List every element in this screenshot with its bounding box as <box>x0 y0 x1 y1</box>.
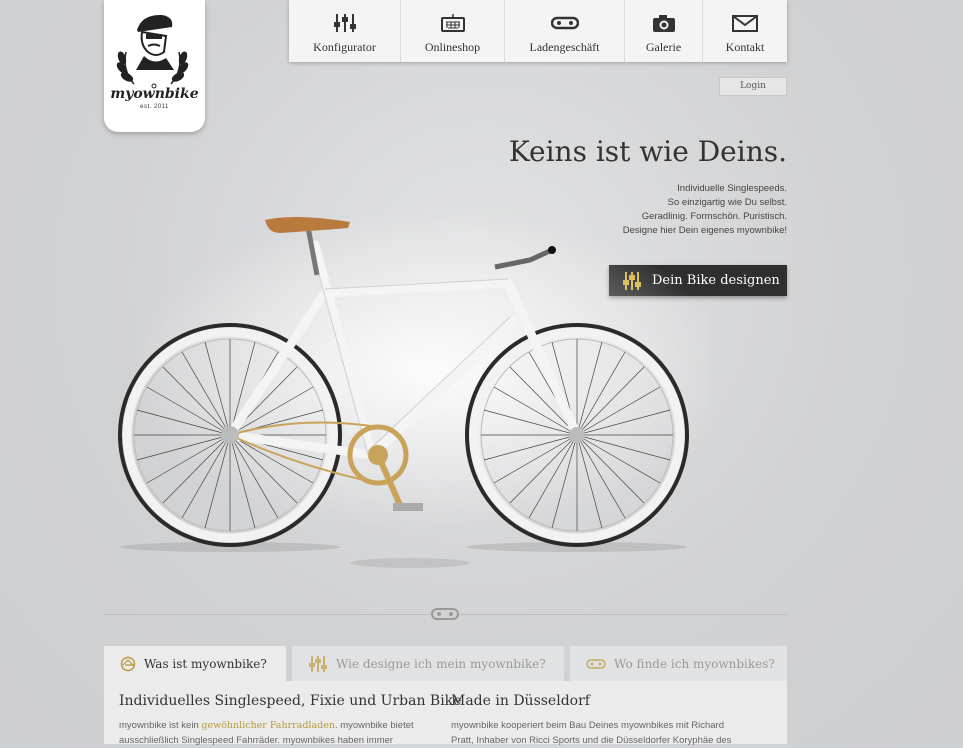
nav-label: Konfigurator <box>313 40 376 54</box>
sliders-icon <box>309 655 327 672</box>
info-tabs: Was ist myownbike? Wie designe ich mein … <box>104 646 787 682</box>
bike-image <box>118 210 710 568</box>
content-heading: Made in Düsseldorf <box>451 693 590 709</box>
tab-was-ist-myownbike[interactable]: Was ist myownbike? <box>104 646 286 682</box>
tab-label: Was ist myownbike? <box>144 657 267 671</box>
nav-label: Galerie <box>645 40 682 54</box>
content-heading: Individuelles Singlespeed, Fixie und Urb… <box>119 693 462 709</box>
tagline-line: Individuelle Singlespeeds. <box>677 183 787 194</box>
login-button[interactable]: Login <box>719 77 787 96</box>
nav-item-onlineshop[interactable]: Onlineshop <box>401 0 505 62</box>
tab-wie-designe-ich[interactable]: Wie designe ich mein myownbike? <box>292 646 564 681</box>
nav-item-kontakt[interactable]: Kontakt <box>703 0 787 62</box>
nav-item-galerie[interactable]: Galerie <box>625 0 703 62</box>
logo-cyclist-icon <box>116 14 189 89</box>
tab-label: Wie designe ich mein myownbike? <box>336 656 546 671</box>
logo[interactable]: myownbike est. 2011 <box>104 0 205 132</box>
sliders-icon <box>333 14 356 32</box>
tab-wo-finde-ich[interactable]: Wo finde ich myownbikes? <box>570 646 787 681</box>
keyboard-icon <box>440 14 465 32</box>
envelope-icon <box>732 15 758 32</box>
logo-est: est. 2011 <box>140 104 169 110</box>
camera-icon <box>652 15 675 32</box>
text-segment: ausschließlich Singlespeed Fahrräder. my… <box>119 735 394 746</box>
nav-item-ladengeschaeft[interactable]: Ladengeschäft <box>505 0 625 62</box>
nav-label: Ladengeschäft <box>529 40 600 54</box>
text-segment: myownbike ist kein <box>119 720 202 731</box>
chain-link-icon <box>431 608 459 620</box>
nav-label: Onlineshop <box>424 40 481 54</box>
logo-wordmark: myownbike <box>110 86 199 102</box>
hero-headline: Keins ist wie Deins. <box>508 135 787 168</box>
text-segment: . myownbike bietet <box>334 720 414 731</box>
tab-label: Wo finde ich myownbikes? <box>614 656 775 671</box>
nav-item-konfigurator[interactable]: Konfigurator <box>289 0 401 62</box>
bike-wheel-icon <box>120 656 136 672</box>
main-nav: Konfigurator Onlineshop Ladengeschäft Ga… <box>289 0 787 62</box>
chain-link-icon <box>550 16 579 30</box>
chain-link-icon <box>586 658 606 669</box>
nav-label: Kontakt <box>725 40 765 54</box>
tab-content: Individuelles Singlespeed, Fixie und Urb… <box>104 681 787 746</box>
fahrradladen-link[interactable]: gewöhnlicher Fahrradladen <box>201 720 335 731</box>
text-segment: myownbike kooperiert beim Bau Deines myo… <box>451 720 724 731</box>
text-segment: Pratt, Inhaber von Ricci Sports und die … <box>451 735 732 746</box>
